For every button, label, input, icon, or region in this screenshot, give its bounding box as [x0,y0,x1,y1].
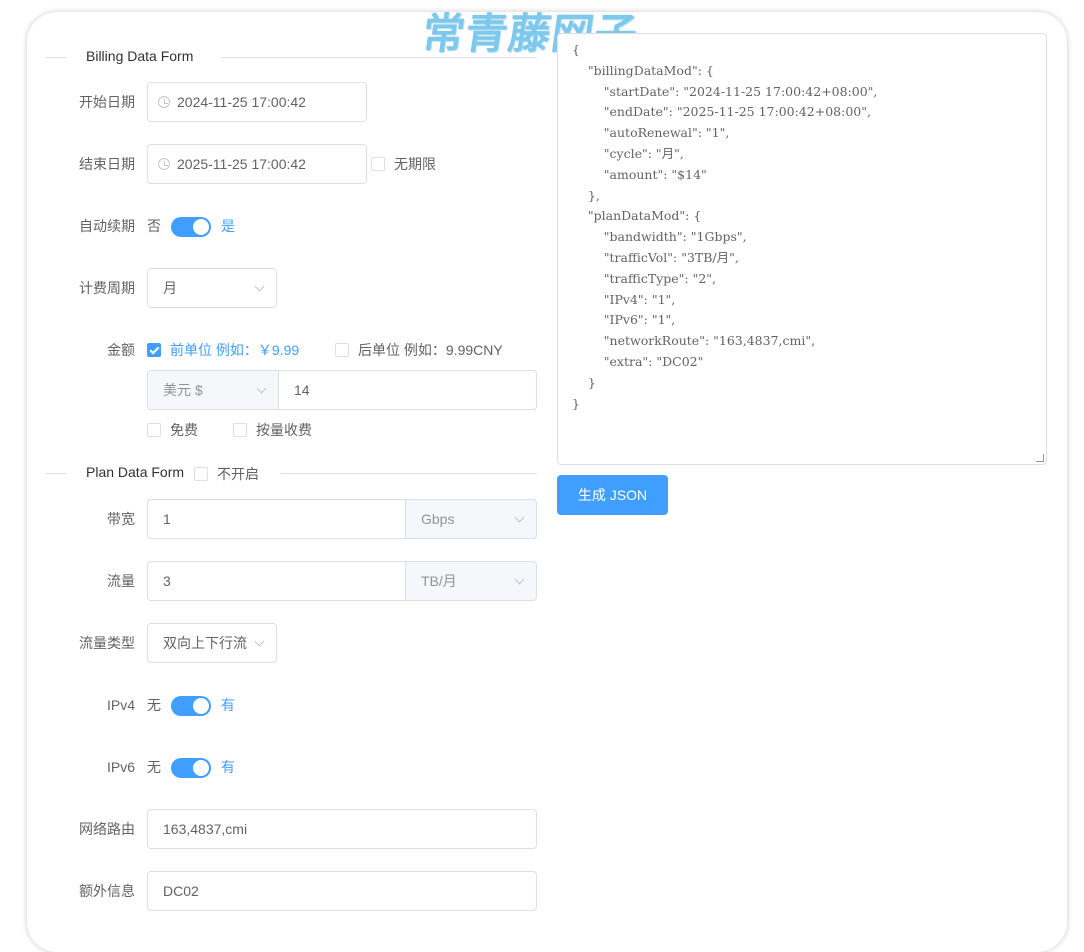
end-date-label: 结束日期 [79,156,135,172]
free-checkbox[interactable] [147,423,161,437]
traffic-value: 3 [163,573,171,589]
ipv4-switch[interactable] [171,696,211,716]
plan-section-divider: Plan Data Form [46,463,537,483]
extra-info-value: DC02 [163,883,199,899]
billing-cycle-value: 月 [163,280,177,296]
ipv4-off-text: 无 [147,697,161,713]
traffic-type-select[interactable]: 双向上下行流 [147,623,277,663]
suffix-unit-checkbox[interactable] [335,343,349,357]
amount-label: 金额 [107,342,135,358]
auto-renew-on-text: 是 [221,218,235,234]
traffic-type-value: 双向上下行流 [163,635,247,651]
clock-icon [158,158,170,170]
bandwidth-value: 1 [163,511,171,527]
auto-renew-label: 自动续期 [79,218,135,234]
billing-section-title: Billing Data Form [86,48,194,64]
billing-cycle-label: 计费周期 [79,280,135,296]
network-route-input[interactable]: 163,4837,cmi [147,809,537,849]
network-route-label: 网络路由 [79,821,135,837]
ipv6-switch[interactable] [171,758,211,778]
usage-billing-label[interactable]: 按量收费 [256,420,312,440]
resize-handle-icon[interactable] [1036,454,1044,462]
auto-renew-switch[interactable] [171,217,211,237]
plan-disable-label[interactable]: 不开启 [217,464,259,484]
traffic-unit-select[interactable]: TB/月 [405,561,537,601]
traffic-label: 流量 [107,573,135,589]
currency-select[interactable]: 美元 $ [147,370,279,410]
ipv6-label: IPv6 [106,759,135,775]
switch-knob [193,698,209,714]
end-date-picker[interactable]: 2025-11-25 17:00:42 [147,144,367,184]
json-output-textarea[interactable]: { "billingDataMod": { "startDate": "2024… [557,33,1047,465]
ipv4-label: IPv4 [106,697,135,713]
no-limit-label[interactable]: 无期限 [394,154,436,174]
chevron-down-icon [514,574,525,585]
usage-billing-checkbox[interactable] [233,423,247,437]
traffic-type-label: 流量类型 [79,635,135,651]
network-route-value: 163,4837,cmi [163,821,248,837]
switch-knob [193,219,209,235]
ipv6-on-text: 有 [221,759,235,775]
generate-json-button[interactable]: 生成 JSON [557,475,668,515]
prefix-unit-checkbox[interactable] [147,343,161,357]
billing-cycle-select[interactable]: 月 [147,268,277,308]
bandwidth-unit-value: Gbps [421,511,455,527]
suffix-unit-label[interactable]: 后单位 例如：9.99CNY [358,340,503,360]
bandwidth-unit-select[interactable]: Gbps [405,499,537,539]
plan-disable-checkbox[interactable] [194,467,208,481]
prefix-unit-label[interactable]: 前单位 例如：￥9.99 [170,340,299,360]
chevron-down-icon [254,636,265,647]
auto-renew-off-text: 否 [147,218,161,234]
bandwidth-label: 带宽 [107,511,135,527]
end-date-value: 2025-11-25 17:00:42 [177,156,306,172]
plan-section-title: Plan Data Form [86,464,185,480]
chevron-down-icon [256,383,267,394]
chevron-down-icon [254,281,265,292]
chevron-down-icon [514,512,525,523]
traffic-unit-value: TB/月 [421,573,457,589]
ipv4-on-text: 有 [221,697,235,713]
no-limit-checkbox[interactable] [371,157,385,171]
extra-info-input[interactable]: DC02 [147,871,537,911]
currency-value: 美元 $ [163,382,203,398]
switch-knob [193,760,209,776]
amount-input[interactable]: 14 [278,370,537,410]
start-date-picker[interactable]: 2024-11-25 17:00:42 [147,82,367,122]
bandwidth-input[interactable]: 1 [147,499,407,539]
clock-icon [158,96,170,108]
free-label[interactable]: 免费 [170,420,198,440]
traffic-input[interactable]: 3 [147,561,407,601]
start-date-value: 2024-11-25 17:00:42 [177,94,306,110]
start-date-label: 开始日期 [79,94,135,110]
ipv6-off-text: 无 [147,759,161,775]
billing-section-divider: Billing Data Form [46,47,537,67]
extra-info-label: 额外信息 [79,883,135,899]
amount-value: 14 [294,382,310,398]
